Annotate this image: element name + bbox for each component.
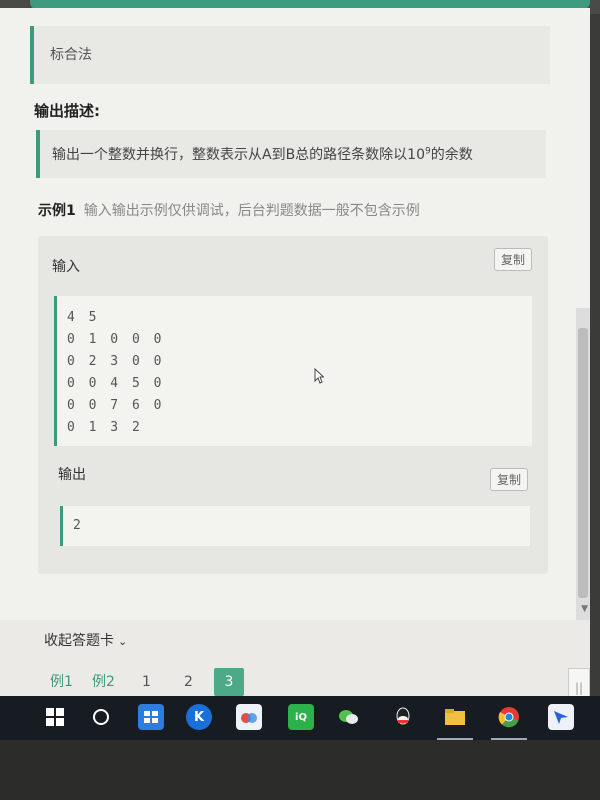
answer-card-panel: 收起答题卡 ⌄ 例1 例2 1 2 3 <box>0 620 590 704</box>
input-line: 0 0 7 6 0 <box>67 398 165 413</box>
task-view-icon[interactable] <box>138 704 164 730</box>
wechat-icon[interactable] <box>336 704 362 730</box>
input-line: 0 2 3 0 0 <box>67 354 165 369</box>
tab-example-1[interactable]: 例1 <box>50 668 73 696</box>
file-explorer-icon[interactable] <box>442 704 468 730</box>
qq-icon[interactable] <box>390 704 416 730</box>
input-label: 输入 <box>52 259 80 275</box>
input-line: 0 1 0 0 0 <box>67 332 165 347</box>
collapse-label: 收起答题卡 <box>44 633 114 649</box>
windows-taskbar: K iQ <box>0 696 600 740</box>
output-code-block[interactable]: 2 <box>60 506 530 546</box>
iqiyi-icon[interactable]: iQ <box>288 704 314 730</box>
example-note: 输入输出示例仅供调试，后台判题数据一般不包含示例 <box>83 203 420 219</box>
example-title: 示例1 <box>38 203 76 219</box>
output-value: 2 <box>73 518 84 533</box>
tab-question-1[interactable]: 1 <box>142 668 151 696</box>
tab-question-3[interactable]: 3 <box>214 668 244 696</box>
copy-input-button[interactable]: 复制 <box>494 248 533 271</box>
output-desc-text: 输出一个整数并换行，整数表示从A到B总的路径条数除以109的余数 <box>52 146 473 163</box>
intro-text: 标合法 <box>50 47 92 63</box>
baidu-netdisk-icon[interactable] <box>236 704 262 730</box>
scroll-down-arrow-icon[interactable]: ▼ <box>581 604 588 614</box>
windows-start-icon[interactable] <box>42 704 68 730</box>
input-code-block[interactable]: 4 5 0 1 0 0 0 0 2 3 0 0 0 0 4 5 0 0 0 7 … <box>54 296 532 446</box>
tab-example-2[interactable]: 例2 <box>92 668 115 696</box>
input-line: 0 1 3 2 <box>67 420 143 435</box>
output-desc-quote: 输出一个整数并换行，整数表示从A到B总的路径条数除以109的余数 <box>36 130 546 178</box>
output-label: 输出 <box>58 467 86 483</box>
intro-quote: 标合法 <box>30 26 550 84</box>
input-line: 4 5 <box>67 310 100 325</box>
mouse-cursor-icon <box>314 368 324 384</box>
chevron-down-icon: ⌄ <box>118 635 128 648</box>
monitor-bezel-bottom <box>0 740 600 800</box>
copy-output-button[interactable]: 复制 <box>490 468 529 491</box>
feishu-icon[interactable] <box>548 704 574 730</box>
scrollbar-thumb[interactable] <box>578 328 588 598</box>
kugou-icon[interactable]: K <box>186 704 212 730</box>
problem-content: 标合法 输出描述: 输出一个整数并换行，整数表示从A到B总的路径条数除以109的… <box>0 8 570 620</box>
input-line: 0 0 4 5 0 <box>67 376 165 391</box>
cortana-icon[interactable] <box>88 704 114 730</box>
example-header: 示例1 输入输出示例仅供调试，后台判题数据一般不包含示例 <box>38 200 420 220</box>
chrome-icon[interactable] <box>496 704 522 730</box>
example-box: 输入 复制 4 5 0 1 0 0 0 0 2 3 0 0 0 0 4 5 0 … <box>38 236 548 574</box>
tab-question-2[interactable]: 2 <box>184 668 193 696</box>
browser-screen: 标合法 输出描述: 输出一个整数并换行，整数表示从A到B总的路径条数除以109的… <box>0 8 590 704</box>
output-desc-title: 输出描述: <box>34 102 100 120</box>
collapse-answer-card-button[interactable]: 收起答题卡 ⌄ <box>44 630 127 650</box>
